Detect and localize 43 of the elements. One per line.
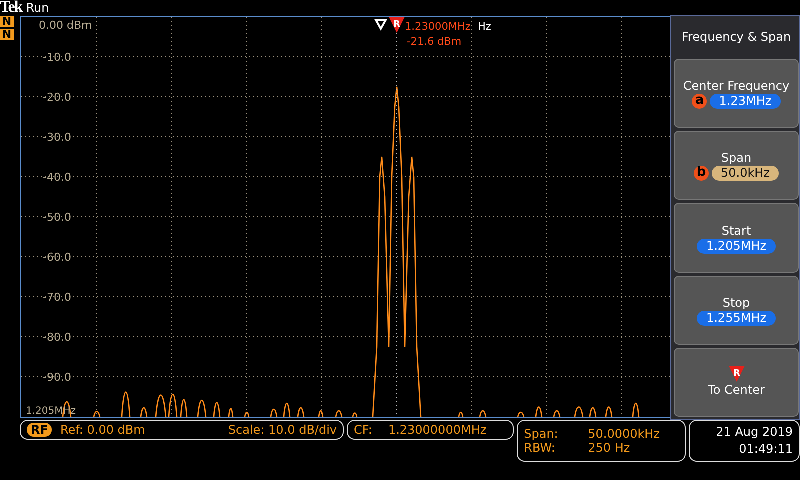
menu-button[interactable]: Span b 50.0kHz bbox=[674, 131, 799, 200]
amplitude-label: -10.0 bbox=[43, 51, 72, 64]
run-status: Run bbox=[26, 1, 50, 15]
amplitude-label: -70.0 bbox=[43, 291, 72, 304]
date-text: 21 Aug 2019 bbox=[716, 424, 794, 441]
reference-marker-icon: R bbox=[389, 17, 405, 33]
rbw-value: 250 Hz bbox=[588, 441, 630, 455]
menu-button[interactable]: R To Center bbox=[674, 348, 799, 418]
value-pill: 1.23MHz bbox=[710, 94, 781, 110]
marker-frequency: 1.23000MHz bbox=[405, 21, 471, 33]
menu-title: Frequency & Span bbox=[680, 28, 792, 46]
value-pill: 1.205MHz bbox=[697, 238, 776, 254]
amplitude-label: -20.0 bbox=[43, 91, 72, 104]
menu-button[interactable]: Start 1.205MHz bbox=[674, 203, 799, 273]
marker-amplitude: -21.6 dBm bbox=[407, 36, 462, 48]
brand-logo: Tek bbox=[0, 0, 22, 16]
rbw-label: RBW: bbox=[524, 441, 556, 455]
scale-readout: Scale: 10.0 dB/div bbox=[228, 423, 338, 437]
cf-label: CF: bbox=[354, 423, 372, 437]
reference-level: Ref: 0.00 dBm bbox=[60, 423, 146, 437]
menu-button[interactable]: Center Frequency a 1.23MHz bbox=[674, 59, 799, 128]
time-text: 01:49:11 bbox=[739, 441, 794, 458]
mode-indicator: N bbox=[0, 29, 14, 40]
mode-indicator: N bbox=[0, 16, 14, 27]
span-value: 50.0000kHz bbox=[588, 427, 660, 441]
source-badge: RF bbox=[27, 423, 52, 437]
amplitude-label: -60.0 bbox=[43, 251, 72, 264]
knob-badge: b bbox=[694, 166, 709, 182]
amplitude-label: -30.0 bbox=[43, 131, 72, 144]
amplitude-label: 0.00 dBm bbox=[39, 19, 92, 32]
cf-value: 1.23000000MHz bbox=[388, 423, 487, 437]
amplitude-label: -90.0 bbox=[43, 371, 72, 384]
menu-button[interactable]: Stop 1.255MHz bbox=[674, 276, 799, 345]
trigger-marker-icon bbox=[374, 19, 388, 32]
amplitude-label: -50.0 bbox=[43, 211, 72, 224]
value-pill: 1.255MHz bbox=[697, 310, 776, 326]
span-label: Span: bbox=[524, 427, 560, 441]
value-pill: 50.0kHz bbox=[712, 166, 779, 182]
knob-badge: a bbox=[692, 94, 708, 110]
frequency-unit: Hz bbox=[478, 21, 492, 33]
amplitude-label: -40.0 bbox=[43, 171, 72, 184]
reference-marker-icon: R bbox=[728, 366, 744, 382]
amplitude-label: -80.0 bbox=[43, 331, 72, 344]
